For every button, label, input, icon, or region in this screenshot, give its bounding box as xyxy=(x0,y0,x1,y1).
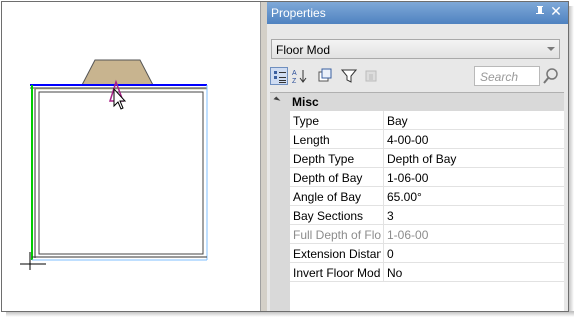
property-row[interactable]: Length 4-00-00 xyxy=(290,130,564,149)
property-value[interactable]: 65.00° xyxy=(387,190,422,204)
property-value[interactable]: 4-00-00 xyxy=(387,133,428,147)
property-name: Extension Distance xyxy=(293,247,381,261)
close-icon[interactable]: ✕ xyxy=(549,3,563,19)
property-name: Invert Floor Mod xyxy=(293,266,381,280)
property-row[interactable]: Depth of Bay 1-06-00 xyxy=(290,168,564,187)
property-value[interactable]: 1-06-00 xyxy=(387,171,428,185)
column-divider[interactable] xyxy=(383,168,384,187)
collapse-arrow-icon[interactable] xyxy=(273,96,281,104)
column-divider[interactable] xyxy=(383,187,384,206)
column-divider[interactable] xyxy=(383,263,384,282)
property-name: Bay Sections xyxy=(293,209,364,223)
column-divider[interactable] xyxy=(383,206,384,225)
property-row[interactable]: Invert Floor Mod No xyxy=(290,263,564,282)
property-row[interactable]: Type Bay xyxy=(290,111,564,130)
property-name: Length xyxy=(293,133,330,147)
property-name: Depth Type xyxy=(293,152,355,166)
property-row[interactable]: Full Depth of Floor 1-06-00 xyxy=(290,225,564,244)
property-value[interactable]: Depth of Bay xyxy=(387,152,456,166)
room-inner-outline xyxy=(38,91,204,255)
panel-title: Properties xyxy=(271,6,326,20)
filter-icon[interactable] xyxy=(340,67,358,85)
svg-text:Z: Z xyxy=(292,78,297,84)
bay-window-shape[interactable] xyxy=(81,59,154,86)
sort-alphabetical-icon[interactable]: AZ xyxy=(291,67,309,85)
properties-title-bar[interactable]: Properties ✕ xyxy=(267,2,568,24)
category-header-misc[interactable]: Misc xyxy=(270,93,564,111)
property-value: 1-06-00 xyxy=(387,228,429,242)
categorized-icon[interactable] xyxy=(270,67,288,85)
category-label: Misc xyxy=(292,95,319,109)
search-icon[interactable] xyxy=(542,67,560,85)
property-name: Angle of Bay xyxy=(293,190,362,204)
column-divider[interactable] xyxy=(383,130,384,149)
property-row[interactable]: Extension Distance 0 xyxy=(290,244,564,263)
drawing-canvas[interactable] xyxy=(2,2,260,311)
property-name: Depth of Bay xyxy=(293,171,363,185)
property-name: Type xyxy=(293,114,320,128)
disabled-action-icon xyxy=(362,67,380,85)
property-row[interactable]: Depth Type Depth of Bay xyxy=(290,149,564,168)
floor-plan-drawing[interactable] xyxy=(2,2,260,311)
column-divider[interactable] xyxy=(383,149,384,168)
column-divider[interactable] xyxy=(383,225,384,244)
object-selector-dropdown[interactable]: Floor Mod xyxy=(271,39,560,59)
property-value[interactable]: 3 xyxy=(387,209,394,223)
property-grid: Misc Type Bay Length 4-00-00 Depth Type Depth… xyxy=(270,92,564,311)
column-divider[interactable] xyxy=(383,244,384,263)
svg-text:A: A xyxy=(292,70,297,77)
search-placeholder: Search xyxy=(480,70,519,84)
property-row[interactable]: Bay Sections 3 xyxy=(290,206,564,225)
room-outline xyxy=(34,88,208,258)
application-window: Properties ✕ Floor Mod AZ Search Misc Ty… xyxy=(1,1,569,312)
object-selector-value: Floor Mod xyxy=(276,43,331,57)
grid-gutter xyxy=(270,111,290,311)
chevron-down-icon xyxy=(547,47,555,51)
property-pages-icon[interactable] xyxy=(316,67,334,85)
property-row[interactable]: Angle of Bay 65.00° xyxy=(290,187,564,206)
column-divider[interactable] xyxy=(383,111,384,130)
properties-panel: Properties ✕ Floor Mod AZ Search Misc Ty… xyxy=(267,2,568,311)
search-input[interactable]: Search xyxy=(474,66,540,86)
property-name: Full Depth of Floor xyxy=(293,228,381,242)
panel-splitter[interactable] xyxy=(260,2,267,311)
property-value[interactable]: No xyxy=(387,266,402,280)
property-value[interactable]: Bay xyxy=(387,114,408,128)
property-value[interactable]: 0 xyxy=(387,247,394,261)
pin-icon[interactable] xyxy=(533,4,547,20)
